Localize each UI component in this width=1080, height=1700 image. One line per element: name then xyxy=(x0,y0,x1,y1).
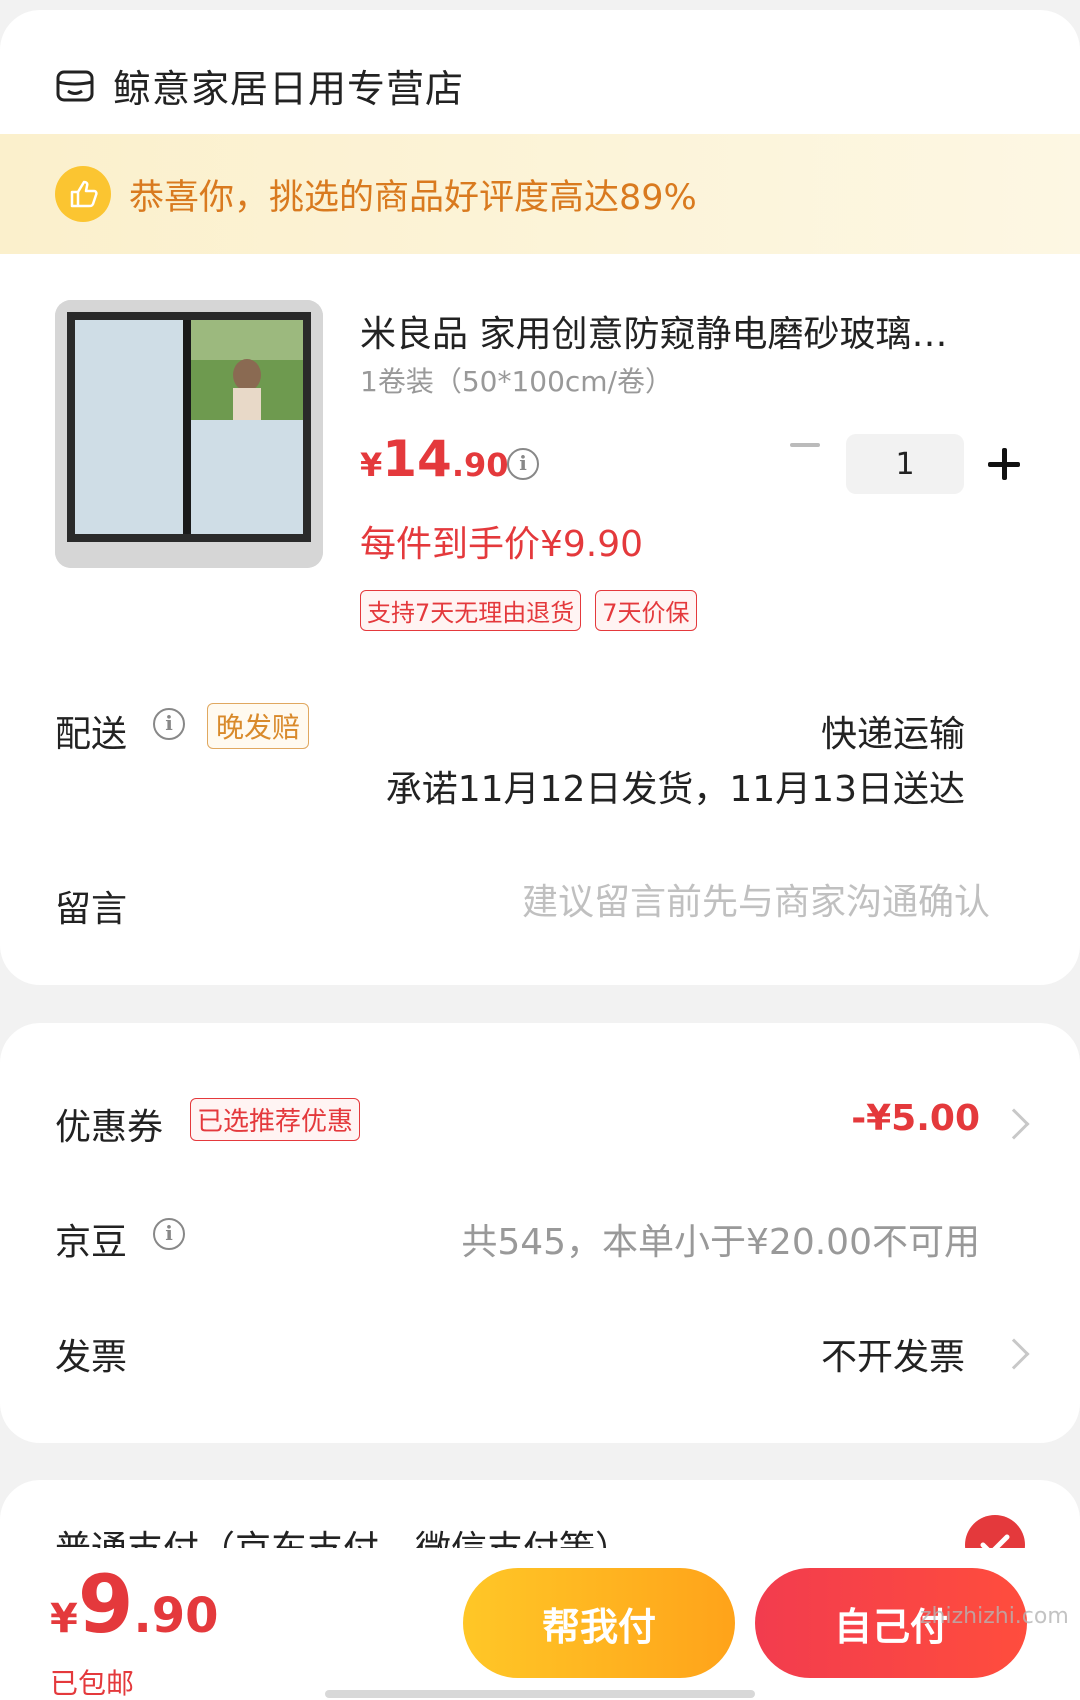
discount-card: 优惠券 已选推荐优惠 -¥5.00 京豆 i 共545，本单小于¥20.00不可… xyxy=(0,1023,1080,1443)
delivery-info-icon[interactable]: i xyxy=(153,708,185,740)
late-delivery-tag: 晚发赔 xyxy=(207,703,310,749)
beans-value: 共545，本单小于¥20.00不可用 xyxy=(461,1222,980,1263)
total-symbol: ¥ xyxy=(50,1596,78,1642)
checkout-bar: ¥9.90 已包邮 帮我付 自己付 zhizhizhi.com xyxy=(0,1548,1080,1700)
coupon-chevron-icon[interactable] xyxy=(998,1108,1030,1140)
delivery-label: 配送 xyxy=(55,714,128,755)
total-decimal: .90 xyxy=(133,1588,219,1644)
tag-return: 支持7天无理由退货 xyxy=(360,590,582,631)
total-integer: 9 xyxy=(77,1558,134,1651)
shop-header[interactable]: 鲸意家居日用专营店 xyxy=(55,58,464,113)
watermark: zhizhizhi.com xyxy=(920,1604,1069,1629)
beans-info-icon[interactable]: i xyxy=(153,1218,185,1250)
product-price: ¥14.90 xyxy=(360,430,509,488)
final-price: 每件到手价¥9.90 xyxy=(360,524,644,565)
service-tags: 支持7天无理由退货 7天价保 xyxy=(360,590,697,631)
invoice-value[interactable]: 不开发票 xyxy=(821,1328,965,1380)
delivery-method[interactable]: 快递运输 xyxy=(821,705,965,757)
coupon-tag: 已选推荐优惠 xyxy=(190,1098,361,1141)
tag-price-protect: 7天价保 xyxy=(595,590,697,631)
quantity-minus-button[interactable] xyxy=(788,428,822,462)
promo-banner: 恭喜你，挑选的商品好评度高达89% xyxy=(0,134,1080,254)
message-label: 留言 xyxy=(55,889,128,930)
thumbs-up-icon xyxy=(55,166,111,222)
shop-name: 鲸意家居日用专营店 xyxy=(113,67,465,111)
invoice-chevron-icon[interactable] xyxy=(998,1338,1030,1370)
price-integer: 14 xyxy=(382,430,452,488)
coupon-label: 优惠券 xyxy=(55,1107,164,1148)
product-title[interactable]: 米良品 家用创意防窥静电磨砂玻璃… xyxy=(360,305,1000,357)
message-input[interactable] xyxy=(440,872,990,932)
shipping-status: 已包邮 xyxy=(50,1667,135,1700)
product-spec[interactable]: 1卷装（50*100cm/卷） xyxy=(360,360,673,400)
order-card: 鲸意家居日用专营店 恭喜你，挑选的商品好评度高达89% 米良品 家用创意防窥静电… xyxy=(0,10,1080,985)
help-pay-button[interactable]: 帮我付 xyxy=(463,1568,735,1678)
shop-icon xyxy=(56,70,94,101)
price-info-icon[interactable]: i xyxy=(507,448,539,480)
price-symbol: ¥ xyxy=(360,446,383,484)
promo-text: 恭喜你，挑选的商品好评度高达89% xyxy=(129,177,697,218)
beans-label: 京豆 xyxy=(55,1222,128,1263)
price-decimal: .90 xyxy=(451,446,509,484)
coupon-value[interactable]: -¥5.00 xyxy=(851,1098,980,1139)
home-indicator[interactable] xyxy=(325,1690,755,1698)
delivery-date: 承诺11月12日发货，11月13日送达 xyxy=(385,769,965,810)
product-image[interactable] xyxy=(55,300,323,568)
quantity-plus-button[interactable] xyxy=(984,444,1024,484)
quantity-input[interactable]: 1 xyxy=(846,434,964,494)
total-price: ¥9.90 xyxy=(50,1558,219,1651)
invoice-label: 发票 xyxy=(55,1337,128,1378)
